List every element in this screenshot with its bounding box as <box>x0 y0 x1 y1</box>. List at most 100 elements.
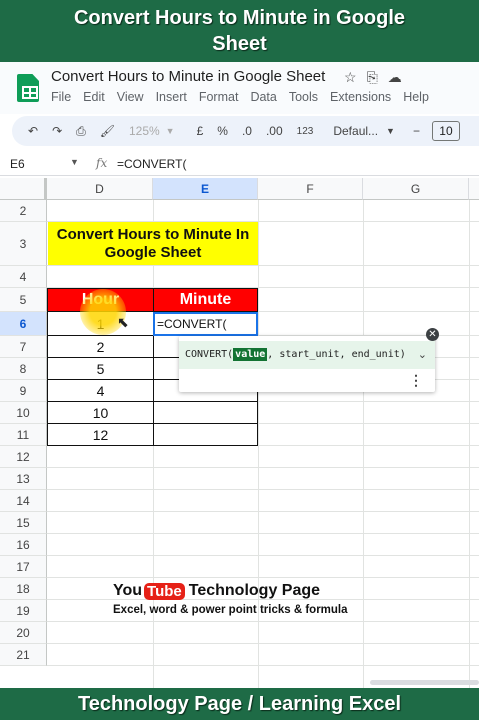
row-header-10[interactable]: 10 <box>0 402 47 424</box>
remaining-arguments: , start_unit, end_unit) <box>267 349 406 360</box>
row-header-20[interactable]: 20 <box>0 622 47 644</box>
formula-input[interactable]: =CONVERT( <box>117 157 186 171</box>
sheets-logo-icon[interactable] <box>17 74 39 102</box>
gridline-col-g-h <box>469 200 470 688</box>
print-icon[interactable]: ⎙ <box>76 124 86 139</box>
decrease-decimal-button[interactable]: .0 <box>242 124 252 138</box>
menu-bar: File Edit View Insert Format Data Tools … <box>51 90 429 104</box>
mouse-cursor-icon: ⬉ <box>117 314 129 330</box>
youtube-tube: Tube <box>144 582 185 600</box>
sheet-title-cell[interactable]: Convert Hours to Minute In Google Sheet <box>48 222 258 265</box>
name-box-dropdown-icon[interactable]: ▼ <box>70 157 79 167</box>
row-header-2[interactable]: 2 <box>0 200 47 222</box>
currency-format-button[interactable]: £ <box>197 124 204 138</box>
menu-extensions[interactable]: Extensions <box>330 90 391 104</box>
row-header-7[interactable]: 7 <box>0 336 47 358</box>
row-header-12[interactable]: 12 <box>0 446 47 468</box>
gridline-row <box>47 577 479 578</box>
number-format-button[interactable]: 123 <box>297 126 314 137</box>
banner-title-line2: Sheet <box>212 33 267 55</box>
watermark-tagline: Excel, word & power point tricks & formu… <box>113 604 348 616</box>
top-banner: Convert Hours to Minute in Google Sheet <box>0 0 479 62</box>
row-header-17[interactable]: 17 <box>0 556 47 578</box>
paint-format-icon[interactable]: 🖌 <box>100 124 115 138</box>
redo-icon[interactable]: ↷ <box>52 124 62 138</box>
sheet-title-line1: Convert Hours to Minute In <box>56 225 250 243</box>
row-header-8[interactable]: 8 <box>0 358 47 380</box>
zoom-select[interactable]: 125% <box>129 124 160 138</box>
bottom-banner: Technology Page / Learning Excel <box>0 688 479 720</box>
hour-cell-d10[interactable]: 10 <box>47 401 154 424</box>
row-header-11[interactable]: 11 <box>0 424 47 446</box>
hour-cell-d8[interactable]: 5 <box>47 357 154 380</box>
function-signature[interactable]: CONVERT(value, start_unit, end_unit) <box>179 341 435 369</box>
font-size-decrease-button[interactable]: − <box>413 124 420 138</box>
menu-data[interactable]: Data <box>250 90 276 104</box>
move-folder-icon[interactable]: ⎘ <box>367 69 378 86</box>
column-header-d[interactable]: D <box>47 178 153 200</box>
increase-decimal-button[interactable]: .00 <box>266 124 283 138</box>
gridline-row <box>47 511 479 512</box>
row-header-15[interactable]: 15 <box>0 512 47 534</box>
menu-help[interactable]: Help <box>403 90 429 104</box>
gridline-row <box>47 643 479 644</box>
menu-tools[interactable]: Tools <box>289 90 318 104</box>
undo-icon[interactable]: ↶ <box>28 124 38 138</box>
column-header-e[interactable]: E <box>153 178 258 200</box>
gridline-col-f-g <box>363 200 364 688</box>
formula-hint-popup[interactable]: CONVERT(value, start_unit, end_unit) ⌄ ⋮ <box>179 336 435 392</box>
formula-bar: E6 ▼ fx =CONVERT( <box>0 154 479 176</box>
font-size-input[interactable]: 10 <box>431 121 460 141</box>
function-name: CONVERT( <box>185 349 234 360</box>
menu-file[interactable]: File <box>51 90 71 104</box>
select-all-corner[interactable] <box>0 178 47 200</box>
horizontal-scrollbar[interactable] <box>370 680 479 685</box>
row-header-13[interactable]: 13 <box>0 468 47 490</box>
banner-title-line1: Convert Hours to Minute in Google <box>73 7 406 29</box>
channel-watermark: You Tube Technology Page Excel, word & p… <box>113 582 363 616</box>
more-vert-icon[interactable]: ⋮ <box>409 372 423 389</box>
gridline-row <box>47 533 479 534</box>
header-minute-cell[interactable]: Minute <box>153 288 258 312</box>
menu-edit[interactable]: Edit <box>83 90 105 104</box>
menu-view[interactable]: View <box>117 90 144 104</box>
close-icon[interactable]: ✕ <box>426 328 439 341</box>
row-header-6[interactable]: 6 <box>0 312 47 336</box>
row-header-4[interactable]: 4 <box>0 266 47 288</box>
row-header-9[interactable]: 9 <box>0 380 47 402</box>
active-cell-e6[interactable]: =CONVERT( <box>153 312 258 336</box>
title-bar: Convert Hours to Minute in Google Sheet … <box>0 62 479 114</box>
percent-format-button[interactable]: % <box>217 124 228 138</box>
name-box[interactable]: E6 <box>10 157 25 171</box>
column-header-g[interactable]: G <box>363 178 469 200</box>
gridline-row <box>47 467 479 468</box>
chevron-down-icon[interactable]: ⌄ <box>418 341 427 369</box>
hour-cell-d11[interactable]: 12 <box>47 423 154 446</box>
menu-insert[interactable]: Insert <box>156 90 187 104</box>
star-icon[interactable]: ☆ <box>344 69 357 86</box>
minute-cell-e11[interactable] <box>153 423 258 446</box>
row-header-16[interactable]: 16 <box>0 534 47 556</box>
cloud-status-icon[interactable]: ☁ <box>388 69 402 86</box>
gridline-row <box>47 265 479 266</box>
row-header-21[interactable]: 21 <box>0 644 47 666</box>
row-header-14[interactable]: 14 <box>0 490 47 512</box>
gridline-row <box>47 621 479 622</box>
row-header-3[interactable]: 3 <box>0 222 47 266</box>
watermark-logo: You Tube Technology Page <box>113 582 363 600</box>
row-header-5[interactable]: 5 <box>0 288 47 312</box>
minute-cell-e10[interactable] <box>153 401 258 424</box>
row-header-18[interactable]: 18 <box>0 578 47 600</box>
youtube-you: You <box>113 582 143 599</box>
hour-cell-d9[interactable]: 4 <box>47 379 154 402</box>
menu-format[interactable]: Format <box>199 90 239 104</box>
hour-cell-d7[interactable]: 2 <box>47 335 154 358</box>
font-dropdown-icon[interactable]: ▼ <box>386 126 395 136</box>
zoom-dropdown-icon[interactable]: ▼ <box>166 126 175 136</box>
font-family-select[interactable]: Defaul... <box>333 124 378 138</box>
document-title[interactable]: Convert Hours to Minute in Google Sheet <box>51 68 325 85</box>
column-header-f[interactable]: F <box>258 178 363 200</box>
column-header-h[interactable] <box>469 178 479 200</box>
watermark-brand: Technology Page <box>188 582 321 599</box>
row-header-19[interactable]: 19 <box>0 600 47 622</box>
